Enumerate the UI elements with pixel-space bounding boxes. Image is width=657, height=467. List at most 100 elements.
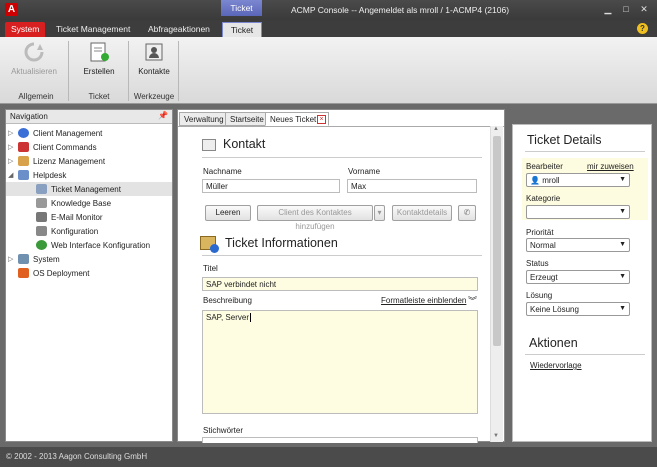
nav-item-ticket-management[interactable]: Ticket Management	[6, 182, 172, 196]
user-icon: 👤	[530, 176, 543, 185]
title-field[interactable]: SAP verbindet nicht	[202, 277, 478, 291]
app-logo-icon[interactable]: A	[5, 3, 18, 16]
text-cursor	[249, 313, 251, 322]
ticket-icon	[36, 184, 47, 194]
details-heading: Ticket Details	[527, 133, 602, 147]
add-contact-client-button[interactable]: Client des Kontaktes hinzufügen	[257, 205, 373, 231]
firstname-label: Vorname	[348, 167, 381, 176]
navigation-title: Navigation	[10, 112, 48, 121]
nav-item-knowledge-base[interactable]: Knowledge Base	[6, 196, 111, 210]
contacts-button[interactable]: Kontakte	[132, 39, 176, 83]
contacts-icon	[143, 41, 165, 63]
scrollbar-thumb[interactable]	[493, 136, 501, 346]
group-tools: Werkzeuge	[133, 92, 175, 101]
pin-icon[interactable]: 📌	[158, 111, 168, 120]
keywords-label: Stichwörter	[203, 426, 244, 435]
chevron-down-icon: ▾	[377, 208, 382, 217]
nav-item-web-interface[interactable]: Web Interface Konfiguration	[6, 238, 150, 252]
tab-ticket[interactable]: Ticket	[222, 22, 262, 37]
scroll-up-icon[interactable]: ▲	[493, 126, 499, 132]
expand-chevron-icon[interactable]: ︾	[468, 294, 477, 307]
show-formatbar-link[interactable]: Formatleiste einblenden	[381, 296, 466, 305]
resubmission-link[interactable]: Wiedervorlage	[530, 361, 582, 370]
priority-select[interactable]: Normal ▼	[526, 238, 630, 252]
status-select[interactable]: Erzeugt ▼	[526, 270, 630, 284]
scroll-down-icon[interactable]: ▼	[493, 433, 499, 439]
description-editor[interactable]: SAP, Server	[202, 310, 478, 414]
group-general: Allgemein	[18, 92, 54, 101]
minimize-icon[interactable]: ▁	[602, 4, 614, 15]
ticket-details-panel: Ticket Details Bearbeiter mir zuweisen 👤…	[512, 124, 652, 442]
lastname-label: Nachname	[203, 167, 242, 176]
solution-label: Lösung	[526, 291, 553, 300]
refresh-button[interactable]: Aktualisieren	[10, 39, 58, 83]
actions-heading: Aktionen	[529, 336, 578, 350]
divider	[525, 354, 645, 355]
nav-item-email-monitor[interactable]: E-Mail Monitor	[6, 210, 103, 224]
solution-select[interactable]: Keine Lösung ▼	[526, 302, 630, 316]
refresh-label: Aktualisieren	[11, 67, 57, 76]
maximize-icon[interactable]: □	[620, 4, 632, 15]
contact-details-button[interactable]: Kontaktdetails	[392, 205, 452, 221]
vertical-scrollbar[interactable]: ▲ ▼	[490, 126, 503, 442]
helpdesk-icon	[18, 170, 29, 180]
chevron-down-icon: ▼	[619, 176, 626, 183]
category-label: Kategorie	[526, 194, 561, 203]
nav-item-helpdesk[interactable]: ◢ Helpdesk	[6, 168, 66, 182]
group-separator	[68, 41, 69, 101]
nav-item-client-management[interactable]: ▷ Client Management	[6, 126, 102, 140]
copyright-text: © 2002 - 2013 Aagon Consulting GmbH	[6, 452, 148, 461]
chevron-down-icon: ▼	[619, 241, 626, 248]
tab-neues-ticket[interactable]: Neues Ticket ×	[265, 112, 329, 126]
assign-self-link[interactable]: mir zuweisen	[587, 162, 634, 171]
navigation-header: Navigation 📌	[6, 110, 172, 124]
nav-item-os-deployment[interactable]: OS Deployment	[6, 266, 89, 280]
tab-verwaltung[interactable]: Verwaltung	[179, 112, 229, 126]
nav-item-system[interactable]: ▷ System	[6, 252, 60, 266]
status-label: Status	[526, 259, 549, 268]
close-tab-icon[interactable]: ×	[317, 115, 326, 124]
divider	[202, 255, 482, 256]
nav-item-lizenz-management[interactable]: ▷ Lizenz Management	[6, 154, 105, 168]
ribbon: Aktualisieren Erstellen Kontakte Allgeme…	[0, 37, 657, 104]
title-bar: A Ticket ACMP Console -- Angemeldet als …	[0, 0, 657, 20]
group-separator	[128, 41, 129, 101]
help-icon[interactable]: ?	[637, 23, 648, 34]
editor-select[interactable]: 👤 mroll ▼	[526, 173, 630, 187]
ticket-info-icon	[200, 236, 219, 253]
nav-item-client-commands[interactable]: ▷ Client Commands	[6, 140, 97, 154]
tab-startseite[interactable]: Startseite	[225, 112, 269, 126]
web-globe-icon	[36, 240, 47, 250]
firstname-field[interactable]: Max	[347, 179, 477, 193]
lastname-field[interactable]: Müller	[202, 179, 340, 193]
navigation-panel: Navigation 📌 ▷ Client Management ▷ Client …	[5, 109, 173, 442]
divider	[202, 157, 482, 158]
title-label: Titel	[203, 264, 218, 273]
add-contact-dropdown[interactable]: ▾	[374, 205, 385, 221]
ticket-info-heading: Ticket Informationen	[225, 236, 338, 250]
group-separator	[178, 41, 179, 101]
chevron-down-icon: ▼	[619, 273, 626, 280]
ribbon-tab-row: System Ticket Management Abfrageaktionen…	[0, 20, 657, 37]
clear-button[interactable]: Leeren	[205, 205, 251, 221]
contacts-label: Kontakte	[138, 67, 170, 76]
tab-ticket-management[interactable]: Ticket Management	[50, 22, 136, 37]
email-monitor-icon	[36, 212, 47, 222]
commands-icon	[18, 142, 29, 152]
nav-item-konfiguration[interactable]: Konfiguration	[6, 224, 98, 238]
close-icon[interactable]: ✕	[638, 4, 650, 15]
priority-label: Priorität	[526, 228, 554, 237]
globe-icon	[18, 128, 29, 138]
keywords-field[interactable]	[202, 437, 478, 443]
editor-label: Bearbeiter	[526, 162, 563, 171]
tab-system[interactable]: System	[5, 22, 46, 37]
tab-abfrageaktionen[interactable]: Abfrageaktionen	[142, 22, 216, 37]
category-select[interactable]: ▼	[526, 205, 630, 219]
phone-button[interactable]: ✆	[458, 205, 476, 221]
create-label: Erstellen	[83, 67, 115, 76]
contact-heading: Kontakt	[223, 137, 266, 151]
refresh-icon	[23, 41, 45, 63]
create-button[interactable]: Erstellen	[78, 39, 120, 83]
phone-icon: ✆	[463, 208, 471, 217]
license-icon	[18, 156, 29, 166]
